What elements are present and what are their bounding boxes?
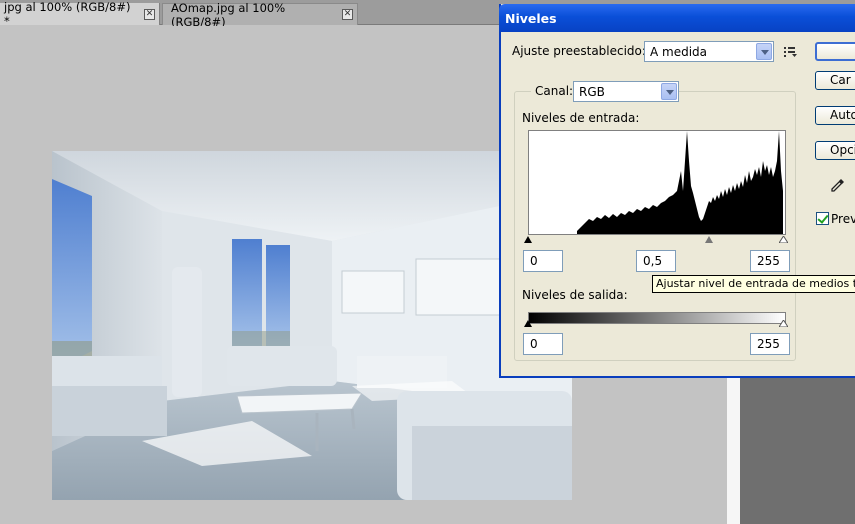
channel-select[interactable]: RGB: [573, 81, 679, 102]
chevron-down-icon[interactable]: [756, 43, 772, 60]
output-gradient-bar: [528, 312, 786, 324]
output-black-field[interactable]: 0: [523, 333, 563, 355]
output-white-field[interactable]: 255: [750, 333, 790, 355]
preset-value: A medida: [650, 45, 708, 59]
input-black-field[interactable]: 0: [523, 250, 563, 272]
auto-button[interactable]: Auto: [815, 106, 855, 125]
output-white-slider[interactable]: [779, 320, 788, 327]
output-levels-label: Niveles de salida:: [522, 288, 628, 302]
tab-document-active[interactable]: jpg al 100% (RGB/8#) * ✕: [0, 0, 160, 28]
channel-label: Canal:: [531, 84, 578, 98]
preview-checkbox[interactable]: [816, 212, 829, 225]
chevron-down-icon[interactable]: [661, 83, 677, 100]
presets-menu-icon[interactable]: [784, 46, 798, 58]
document-image[interactable]: [52, 151, 572, 500]
levels-dialog: Niveles Ajuste preestablecido: A medida …: [499, 4, 855, 378]
eyedropper-icon[interactable]: [830, 177, 846, 193]
dialog-title: Niveles: [505, 11, 557, 26]
input-white-field[interactable]: 255: [750, 250, 790, 272]
options-button[interactable]: Opci: [815, 141, 855, 160]
preset-label: Ajuste preestablecido:: [512, 44, 646, 58]
histogram-graph: [577, 131, 783, 234]
histogram: [528, 130, 786, 235]
tab-label: AOmap.jpg al 100% (RGB/8#): [171, 0, 286, 29]
interior-render-illustration: [52, 151, 572, 500]
close-icon[interactable]: ✕: [342, 9, 353, 20]
input-gamma-field[interactable]: 0,5: [636, 250, 676, 272]
dialog-titlebar[interactable]: Niveles: [499, 4, 855, 32]
input-levels-label: Niveles de entrada:: [522, 111, 640, 125]
preset-select[interactable]: A medida: [644, 41, 774, 62]
ok-button[interactable]: [815, 42, 855, 61]
gamma-tooltip: Ajustar nivel de entrada de medios tonos: [652, 275, 855, 293]
output-black-slider[interactable]: [524, 320, 532, 327]
input-gamma-slider[interactable]: [705, 236, 713, 243]
input-white-slider[interactable]: [779, 236, 788, 243]
side-panel: [740, 376, 855, 524]
close-icon[interactable]: ✕: [144, 8, 155, 20]
preview-label: Previ: [831, 212, 855, 226]
channel-value: RGB: [579, 85, 605, 99]
tab-document-aomap[interactable]: AOmap.jpg al 100% (RGB/8#) ✕: [162, 1, 358, 29]
tab-label: jpg al 100% (RGB/8#) *: [4, 0, 131, 28]
panel-edge: [727, 376, 740, 524]
cancel-button[interactable]: Car: [815, 71, 855, 90]
input-black-slider[interactable]: [524, 236, 532, 243]
